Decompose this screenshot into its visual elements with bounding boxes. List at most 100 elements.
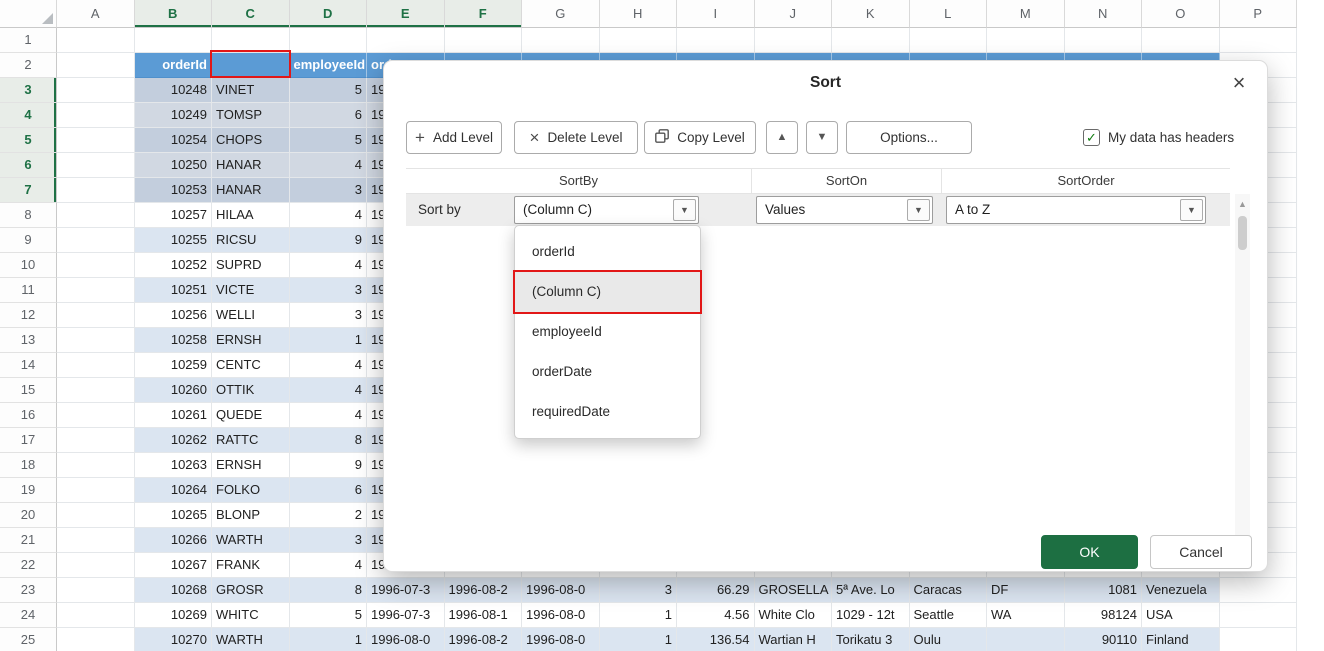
cancel-button[interactable]: Cancel	[1150, 535, 1252, 569]
cell-E23[interactable]: 1996-07-3	[367, 578, 445, 603]
cell-D6[interactable]: 4	[290, 153, 368, 178]
cell-D1[interactable]	[290, 28, 368, 53]
cell-F24[interactable]: 1996-08-1	[445, 603, 523, 628]
cell-B20[interactable]: 10265	[135, 503, 213, 528]
cell-C8[interactable]: HILAA	[212, 203, 290, 228]
cell-C22[interactable]: FRANK	[212, 553, 290, 578]
cell-D9[interactable]: 9	[290, 228, 368, 253]
cell-B10[interactable]: 10252	[135, 253, 213, 278]
cell-C9[interactable]: RICSU	[212, 228, 290, 253]
cell-B21[interactable]: 10266	[135, 528, 213, 553]
cell-A13[interactable]	[57, 328, 135, 353]
cell-E24[interactable]: 1996-07-3	[367, 603, 445, 628]
copy-level-button[interactable]: Copy Level	[644, 121, 756, 154]
cell-D4[interactable]: 6	[290, 103, 368, 128]
column-header-P[interactable]: P	[1220, 0, 1298, 28]
cell-A24[interactable]	[57, 603, 135, 628]
cell-D5[interactable]: 5	[290, 128, 368, 153]
cell-H25[interactable]: 1	[600, 628, 678, 651]
cell-B9[interactable]: 10255	[135, 228, 213, 253]
column-header-H[interactable]: H	[600, 0, 678, 28]
cell-D7[interactable]: 3	[290, 178, 368, 203]
cell-M23[interactable]: DF	[987, 578, 1065, 603]
cell-L1[interactable]	[910, 28, 988, 53]
cell-D25[interactable]: 1	[290, 628, 368, 651]
cell-C13[interactable]: ERNSH	[212, 328, 290, 353]
cell-A2[interactable]	[57, 53, 135, 78]
cell-B11[interactable]: 10251	[135, 278, 213, 303]
cell-I1[interactable]	[677, 28, 755, 53]
row-header-7[interactable]: 7	[0, 178, 57, 203]
cell-D21[interactable]: 3	[290, 528, 368, 553]
cell-B3[interactable]: 10248	[135, 78, 213, 103]
cell-A18[interactable]	[57, 453, 135, 478]
cell-D10[interactable]: 4	[290, 253, 368, 278]
cell-M24[interactable]: WA	[987, 603, 1065, 628]
select-all-corner[interactable]	[0, 0, 57, 28]
cell-C6[interactable]: HANAR	[212, 153, 290, 178]
cell-C18[interactable]: ERNSH	[212, 453, 290, 478]
cell-C2[interactable]	[212, 53, 290, 78]
cell-A11[interactable]	[57, 278, 135, 303]
cell-C10[interactable]: SUPRD	[212, 253, 290, 278]
column-header-G[interactable]: G	[522, 0, 600, 28]
row-header-13[interactable]: 13	[0, 328, 57, 353]
cell-A25[interactable]	[57, 628, 135, 651]
sort-on-dropdown[interactable]: Values ▼	[756, 196, 933, 224]
cell-N1[interactable]	[1065, 28, 1143, 53]
cell-O25[interactable]: Finland	[1142, 628, 1220, 651]
cell-A6[interactable]	[57, 153, 135, 178]
cell-D3[interactable]: 5	[290, 78, 368, 103]
row-header-14[interactable]: 14	[0, 353, 57, 378]
cell-B4[interactable]: 10249	[135, 103, 213, 128]
cell-A22[interactable]	[57, 553, 135, 578]
cell-D19[interactable]: 6	[290, 478, 368, 503]
cell-B25[interactable]: 10270	[135, 628, 213, 651]
cell-C15[interactable]: OTTIK	[212, 378, 290, 403]
ok-button[interactable]: OK	[1041, 535, 1138, 569]
row-header-18[interactable]: 18	[0, 453, 57, 478]
column-header-K[interactable]: K	[832, 0, 910, 28]
cell-A23[interactable]	[57, 578, 135, 603]
dropdown-item-employeeid[interactable]: employeeId	[515, 312, 700, 352]
cell-H24[interactable]: 1	[600, 603, 678, 628]
row-header-8[interactable]: 8	[0, 203, 57, 228]
cell-M25[interactable]	[987, 628, 1065, 651]
cell-L24[interactable]: Seattle	[910, 603, 988, 628]
cell-K23[interactable]: 5ª Ave. Lo	[832, 578, 910, 603]
cell-B8[interactable]: 10257	[135, 203, 213, 228]
cell-B24[interactable]: 10269	[135, 603, 213, 628]
cell-D11[interactable]: 3	[290, 278, 368, 303]
row-header-2[interactable]: 2	[0, 53, 57, 78]
row-header-5[interactable]: 5	[0, 128, 57, 153]
cell-D2[interactable]: employeeId	[290, 53, 368, 78]
cell-G1[interactable]	[522, 28, 600, 53]
cell-N23[interactable]: 1081	[1065, 578, 1143, 603]
cell-M1[interactable]	[987, 28, 1065, 53]
cell-I24[interactable]: 4.56	[677, 603, 755, 628]
cell-B15[interactable]: 10260	[135, 378, 213, 403]
row-header-20[interactable]: 20	[0, 503, 57, 528]
cell-A4[interactable]	[57, 103, 135, 128]
cell-D16[interactable]: 4	[290, 403, 368, 428]
cell-C14[interactable]: CENTC	[212, 353, 290, 378]
cell-N24[interactable]: 98124	[1065, 603, 1143, 628]
row-header-21[interactable]: 21	[0, 528, 57, 553]
cell-A5[interactable]	[57, 128, 135, 153]
row-header-4[interactable]: 4	[0, 103, 57, 128]
cell-J1[interactable]	[755, 28, 833, 53]
cell-B16[interactable]: 10261	[135, 403, 213, 428]
cell-P24[interactable]	[1220, 603, 1298, 628]
cell-F1[interactable]	[445, 28, 523, 53]
column-header-B[interactable]: B	[135, 0, 213, 28]
cell-K25[interactable]: Torikatu 3	[832, 628, 910, 651]
cell-B5[interactable]: 10254	[135, 128, 213, 153]
cell-A15[interactable]	[57, 378, 135, 403]
dropdown-item-orderid[interactable]: orderId	[515, 232, 700, 272]
cell-J25[interactable]: Wartian H	[755, 628, 833, 651]
cell-B13[interactable]: 10258	[135, 328, 213, 353]
column-header-L[interactable]: L	[910, 0, 988, 28]
cell-C20[interactable]: BLONP	[212, 503, 290, 528]
delete-level-button[interactable]: × Delete Level	[514, 121, 638, 154]
cell-P25[interactable]	[1220, 628, 1298, 651]
